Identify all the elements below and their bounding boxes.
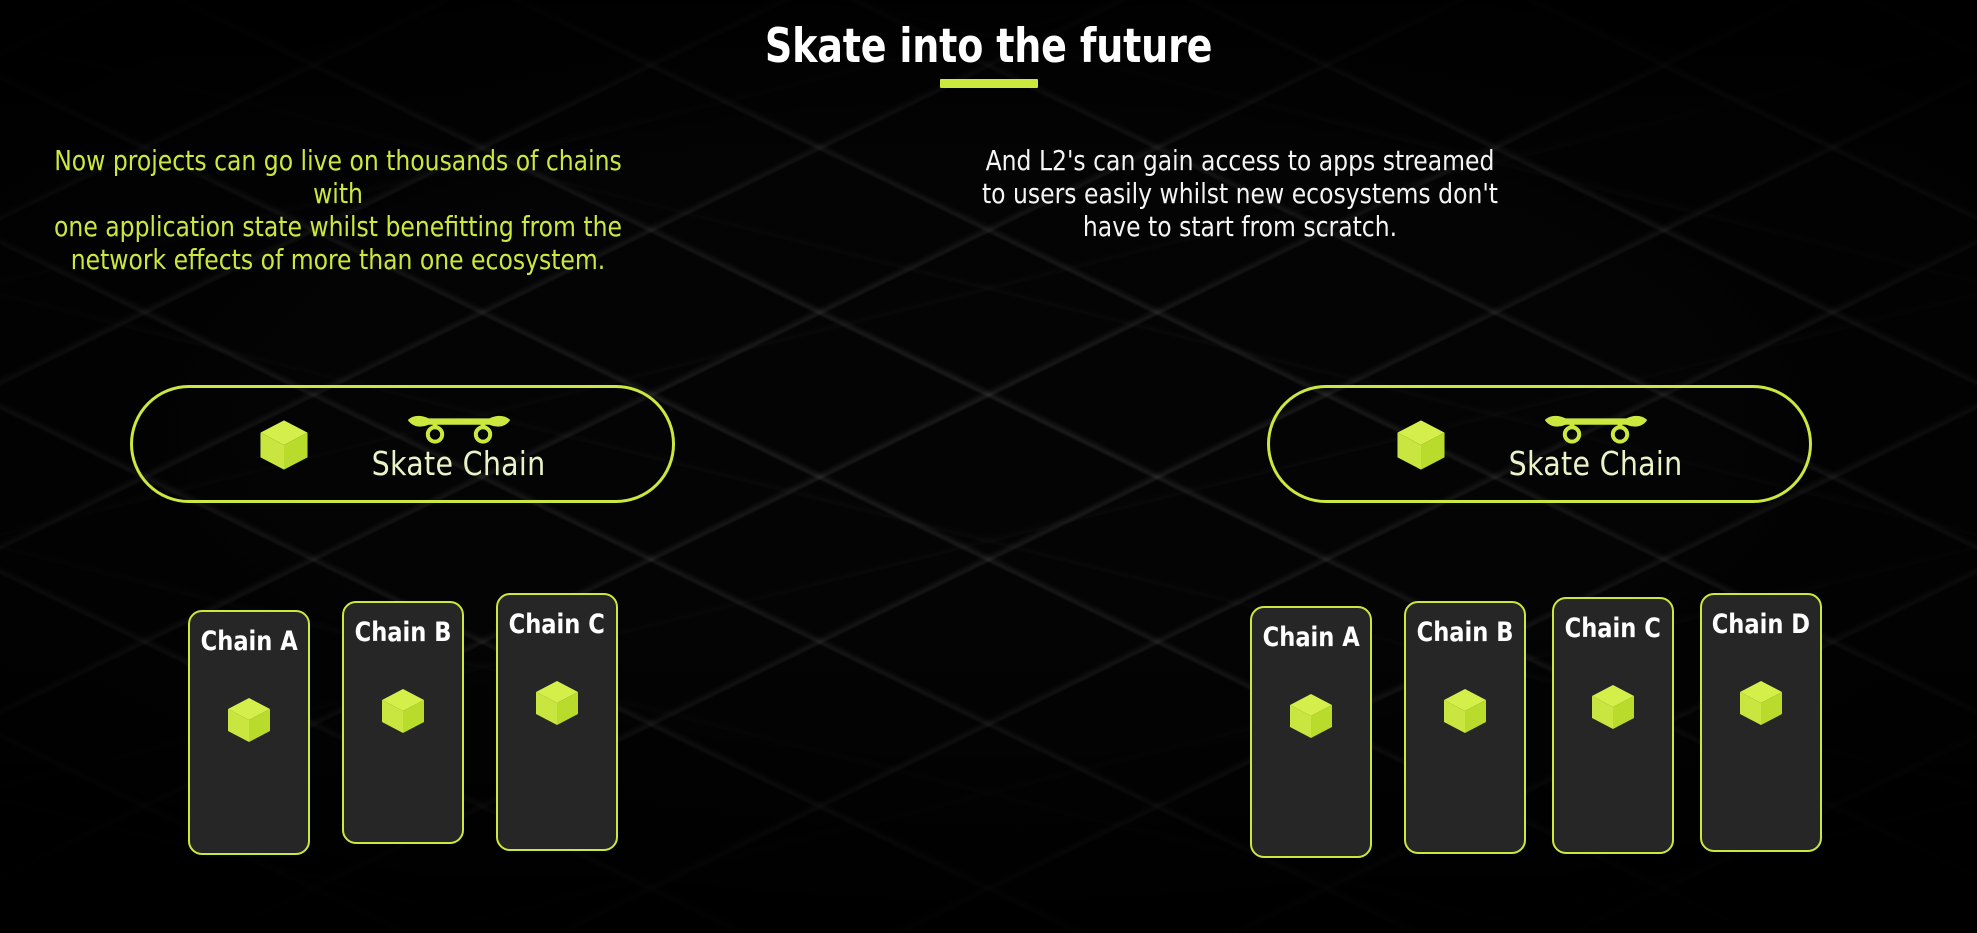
skateboard-icon (1544, 415, 1647, 444)
cube-icon (382, 689, 424, 733)
skate-chain-capsule-right[interactable]: Skate Chain (1267, 385, 1812, 503)
chain-card-b-left[interactable]: Chain B (342, 601, 464, 844)
left-paragraph-line: network effects of more than one ecosyst… (70, 244, 606, 276)
right-paragraph: And L2's can gain access to apps streame… (946, 145, 1535, 244)
skate-chain-capsule-left[interactable]: Skate Chain (130, 385, 675, 503)
cube-icon (1444, 689, 1486, 733)
cube-icon (1592, 685, 1634, 729)
cube-icon (228, 698, 270, 742)
chain-card-label: Chain B (1416, 617, 1514, 648)
right-column: And L2's can gain access to apps streame… (930, 145, 1550, 244)
capsule-label: Skate Chain (1508, 443, 1683, 483)
chain-card-label: Chain C (508, 609, 606, 640)
page-title: Skate into the future (764, 19, 1213, 74)
chain-card-c-left[interactable]: Chain C (496, 593, 618, 851)
right-paragraph-line: And L2's can gain access to apps streame… (985, 145, 1495, 177)
left-column: Now projects can go live on thousands of… (28, 145, 648, 277)
left-paragraph: Now projects can go live on thousands of… (44, 145, 633, 277)
chain-card-label: Chain D (1711, 609, 1811, 640)
title-underline (939, 79, 1038, 89)
cube-icon (1290, 694, 1332, 738)
page-title-block: Skate into the future (0, 19, 1977, 89)
capsule-center-right: Skate Chain (1505, 408, 1686, 483)
right-paragraph-line: to users easily whilst new ecosystems do… (981, 178, 1499, 210)
left-paragraph-line: Now projects can go live on thousands of… (54, 145, 622, 210)
capsule-center-left: Skate Chain (368, 408, 549, 483)
chain-card-c-right[interactable]: Chain C (1552, 597, 1674, 854)
chain-card-a-left[interactable]: Chain A (188, 610, 310, 855)
chain-card-label: Chain B (354, 617, 452, 648)
left-paragraph-line: one application state whilst benefitting… (54, 211, 622, 243)
capsule-label: Skate Chain (371, 443, 546, 483)
cube-icon (1397, 420, 1445, 470)
chain-card-label: Chain A (200, 626, 298, 657)
chain-card-label: Chain C (1564, 613, 1662, 644)
chain-card-d-right[interactable]: Chain D (1700, 593, 1822, 852)
chain-card-a-right[interactable]: Chain A (1250, 606, 1372, 858)
chain-card-b-right[interactable]: Chain B (1404, 601, 1526, 854)
skateboard-icon (407, 415, 510, 444)
cube-icon (1740, 681, 1782, 725)
right-paragraph-line: have to start from scratch. (1082, 211, 1398, 243)
cube-icon (260, 420, 308, 470)
chain-card-label: Chain A (1262, 622, 1360, 653)
cube-icon (536, 681, 578, 725)
